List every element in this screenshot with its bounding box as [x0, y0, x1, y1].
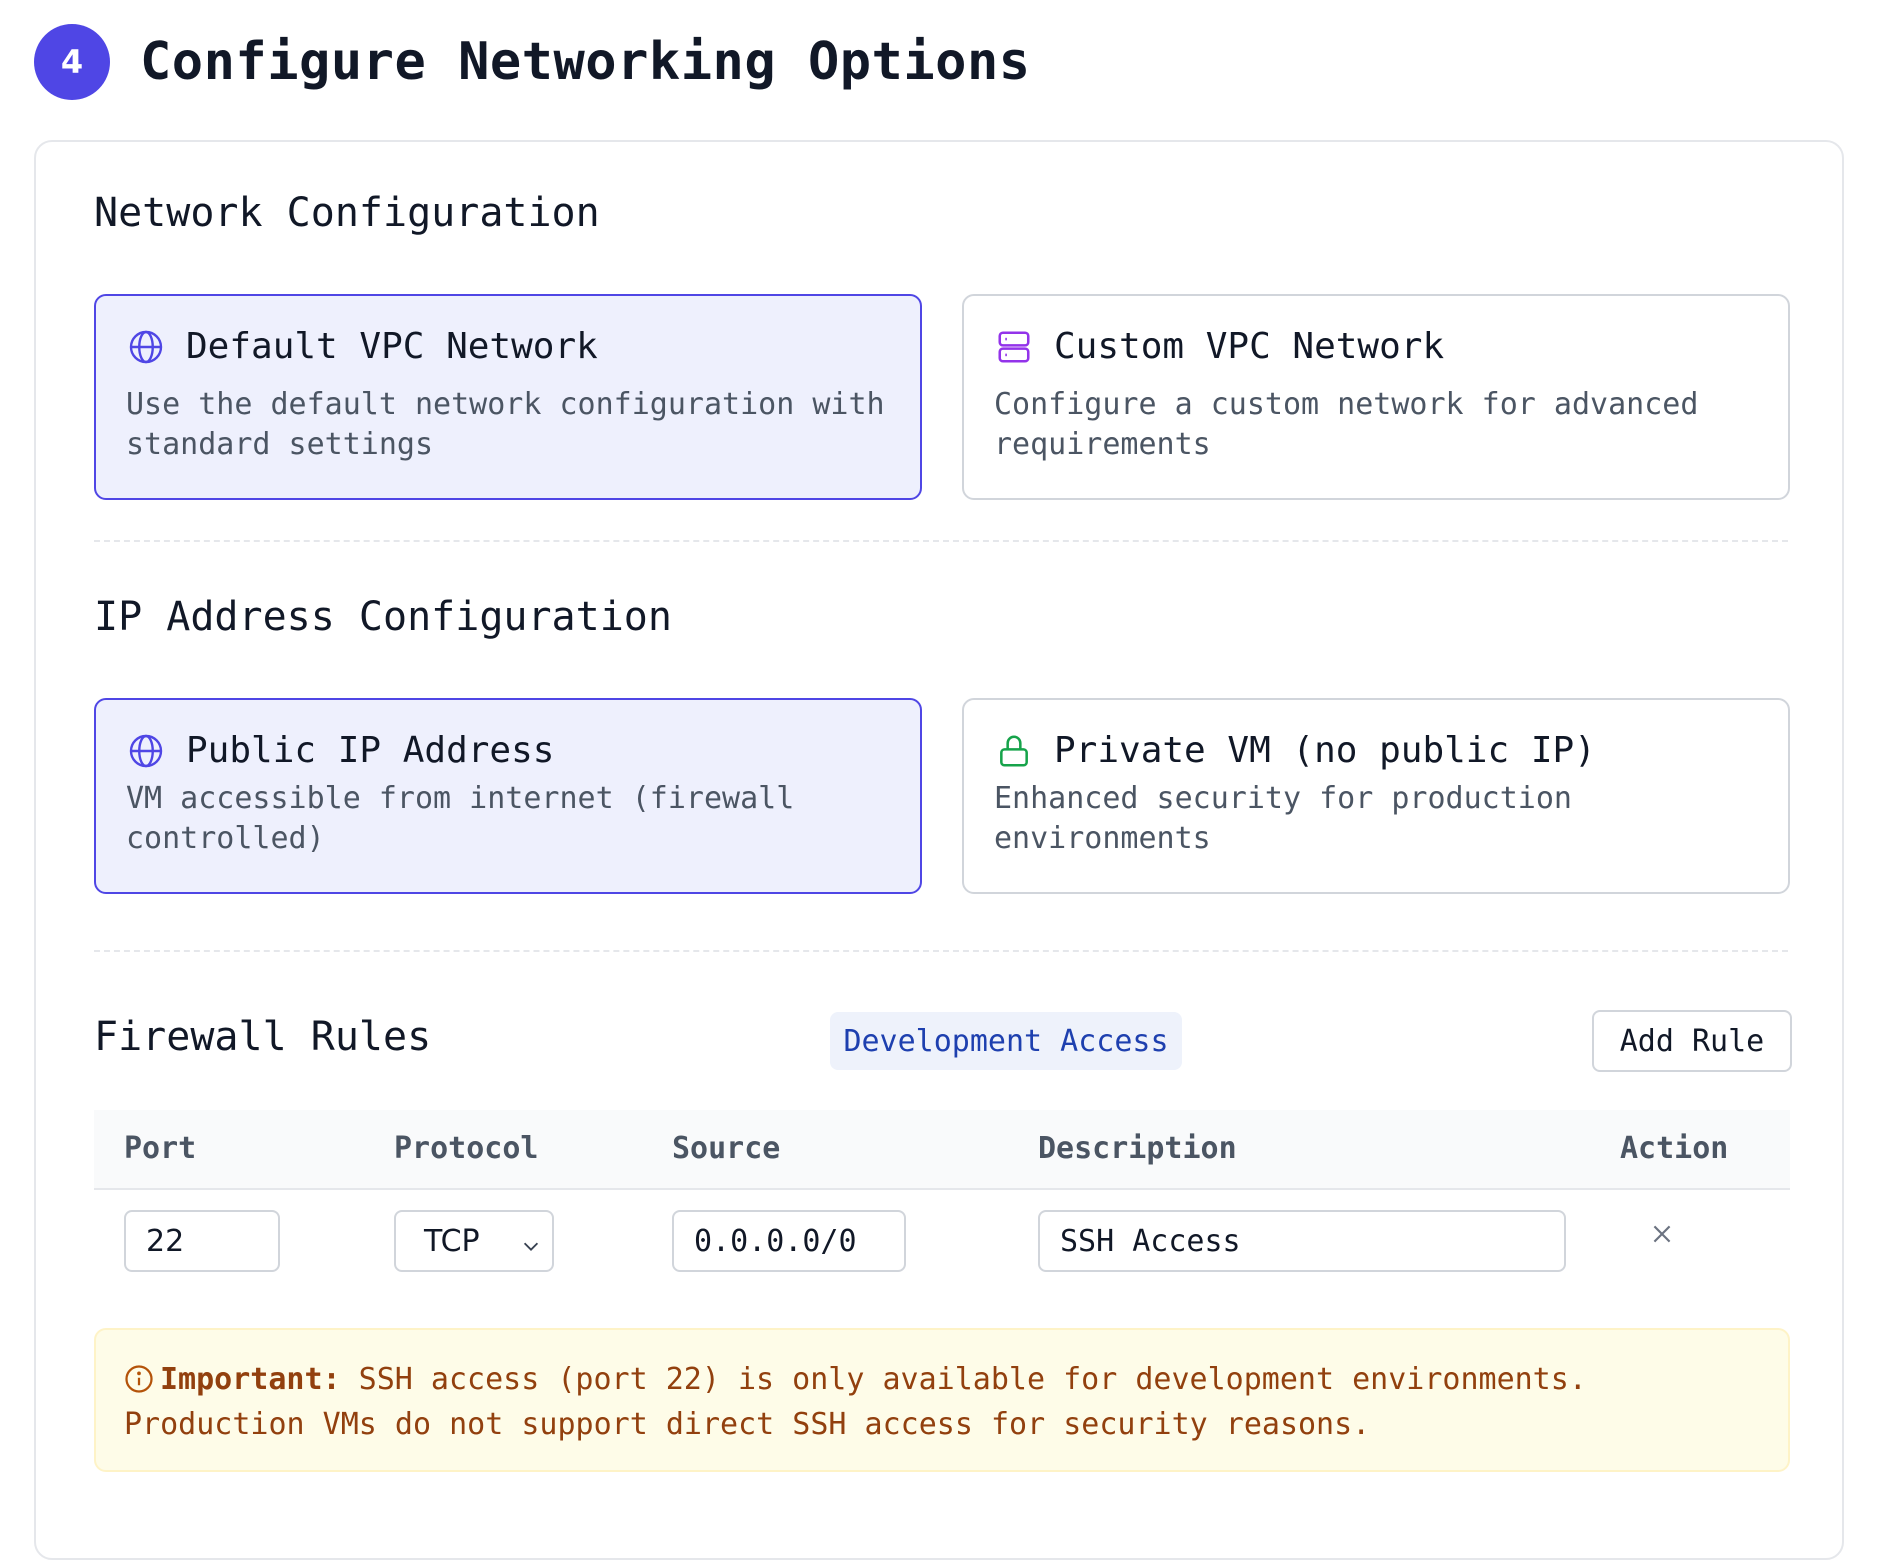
network-config-heading: Network Configuration: [94, 190, 600, 236]
globe-icon: [126, 731, 166, 771]
environment-tag: Development Access: [830, 1012, 1182, 1070]
remove-rule-close-icon[interactable]: [1642, 1214, 1682, 1254]
option-title: Custom VPC Network: [1054, 326, 1445, 367]
option-description: VM accessible from internet (firewall co…: [126, 781, 795, 856]
globe-icon: [126, 327, 166, 367]
option-custom-vpc[interactable]: Custom VPC Network Configure a custom ne…: [962, 294, 1790, 500]
option-title: Public IP Address: [186, 730, 555, 771]
step-number-badge: 4: [34, 24, 110, 100]
option-description: Configure a custom network for advanced …: [994, 387, 1699, 462]
ssh-warning-notice: Important: SSH access (port 22) is only …: [94, 1328, 1790, 1472]
column-header-action: Action: [1620, 1131, 1729, 1166]
column-header-port: Port: [124, 1131, 197, 1166]
server-icon: [994, 327, 1034, 367]
option-private-vm[interactable]: Private VM (no public IP) Enhanced secur…: [962, 698, 1790, 894]
source-input[interactable]: 0.0.0.0/0: [672, 1210, 906, 1272]
firewall-heading: Firewall Rules: [94, 1014, 432, 1060]
option-public-ip[interactable]: Public IP Address VM accessible from int…: [94, 698, 922, 894]
column-header-description: Description: [1038, 1131, 1237, 1166]
section-divider: [94, 950, 1788, 952]
notice-text: SSH access (port 22) is only available f…: [124, 1362, 1587, 1442]
protocol-value: TCP: [424, 1223, 480, 1259]
networking-card: Network Configuration Default VPC Networ…: [34, 140, 1844, 1560]
port-input[interactable]: 22: [124, 1210, 280, 1272]
lock-icon: [994, 731, 1034, 771]
notice-label: Important:: [160, 1362, 341, 1397]
protocol-select[interactable]: TCP: [394, 1210, 554, 1272]
column-header-protocol: Protocol: [394, 1131, 539, 1166]
page-title: Configure Networking Options: [140, 32, 1031, 92]
add-rule-button[interactable]: Add Rule: [1592, 1010, 1792, 1072]
info-icon: [124, 1364, 154, 1405]
option-description: Enhanced security for production environ…: [994, 781, 1572, 856]
option-description: Use the default network configuration wi…: [126, 387, 885, 462]
option-title: Default VPC Network: [186, 326, 598, 367]
option-title: Private VM (no public IP): [1054, 730, 1596, 771]
option-default-vpc[interactable]: Default VPC Network Use the default netw…: [94, 294, 922, 500]
section-divider: [94, 540, 1788, 542]
ip-config-heading: IP Address Configuration: [94, 594, 672, 640]
chevron-down-icon: [520, 1230, 542, 1265]
step-header: 4 Configure Networking Options: [34, 24, 1031, 100]
column-header-source: Source: [672, 1131, 781, 1166]
firewall-table-header: Port Protocol Source Description Action: [94, 1110, 1790, 1190]
description-input[interactable]: SSH Access: [1038, 1210, 1566, 1272]
